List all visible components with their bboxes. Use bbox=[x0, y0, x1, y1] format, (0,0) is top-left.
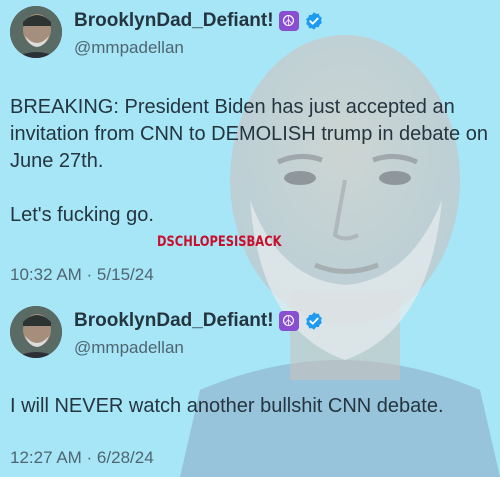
avatar-image bbox=[10, 6, 62, 58]
screenshot-collage: BrooklynDad_Defiant! ☮ @mmpadellan BREAK… bbox=[0, 0, 500, 477]
tweet-timestamp[interactable]: 10:32 AM · 5/15/24 bbox=[10, 265, 154, 285]
tweet-text: I will NEVER watch another bullshit CNN … bbox=[10, 393, 490, 420]
peace-symbol-icon: ☮ bbox=[278, 11, 299, 31]
avatar[interactable] bbox=[10, 6, 62, 58]
user-handle[interactable]: @mmpadellan bbox=[74, 338, 184, 358]
tweet-paragraph: Let's fucking go. bbox=[10, 204, 154, 226]
verified-badge-icon bbox=[305, 12, 322, 30]
tweet-text: BREAKING: President Biden has just accep… bbox=[10, 94, 490, 229]
avatar[interactable] bbox=[10, 306, 62, 358]
tweet-paragraph: I will NEVER watch another bullshit CNN … bbox=[10, 395, 444, 417]
display-name[interactable]: BrooklynDad_Defiant! bbox=[74, 10, 274, 32]
watermark-text: DSCHLOPESISBACK bbox=[157, 234, 282, 250]
peace-symbol-icon: ☮ bbox=[278, 311, 299, 331]
avatar-image bbox=[10, 306, 62, 358]
verified-badge-icon bbox=[305, 312, 322, 330]
user-handle[interactable]: @mmpadellan bbox=[74, 38, 184, 58]
tweet-paragraph: BREAKING: President Biden has just accep… bbox=[10, 96, 488, 172]
display-name[interactable]: BrooklynDad_Defiant! bbox=[74, 310, 274, 332]
tweet-timestamp[interactable]: 12:27 AM · 6/28/24 bbox=[10, 448, 154, 468]
author-name-line: BrooklynDad_Defiant! ☮ bbox=[74, 10, 324, 32]
author-name-line: BrooklynDad_Defiant! ☮ bbox=[74, 310, 324, 332]
